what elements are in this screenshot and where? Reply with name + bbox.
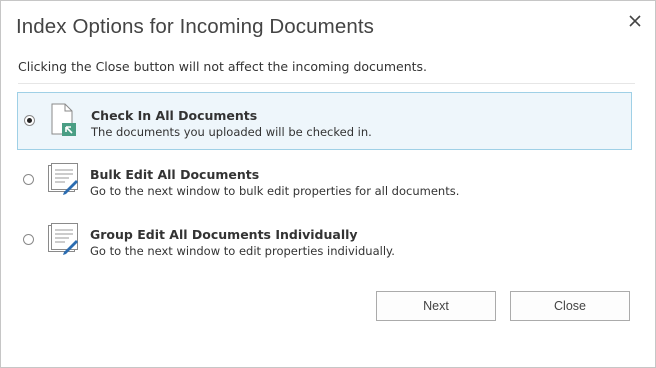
radio-check-in-all[interactable] — [24, 115, 35, 126]
radio-group-edit-individually[interactable] — [23, 234, 34, 245]
option-title: Check In All Documents — [91, 108, 258, 123]
document-checkin-icon — [48, 103, 80, 137]
option-description: The documents you uploaded will be check… — [91, 125, 372, 139]
option-title: Bulk Edit All Documents — [90, 167, 260, 182]
option-description: Go to the next window to edit properties… — [90, 244, 395, 258]
close-button[interactable]: Close — [510, 291, 630, 321]
option-description: Go to the next window to bulk edit prope… — [90, 184, 460, 198]
close-icon[interactable] — [625, 11, 645, 31]
dialog-subtitle: Clicking the Close button will not affec… — [18, 59, 428, 74]
option-group-edit-individually[interactable]: Group Edit All Documents Individually Go… — [17, 212, 632, 270]
radio-bulk-edit-all[interactable] — [23, 174, 34, 185]
group-edit-icon — [47, 222, 79, 256]
option-bulk-edit-all[interactable]: Bulk Edit All Documents Go to the next w… — [17, 152, 632, 210]
option-title: Group Edit All Documents Individually — [90, 227, 358, 242]
divider — [18, 83, 635, 84]
next-button[interactable]: Next — [376, 291, 496, 321]
radio-selected-dot — [27, 118, 32, 123]
bulk-edit-icon — [47, 162, 79, 196]
index-options-dialog: Index Options for Incoming Documents Cli… — [0, 0, 656, 368]
option-check-in-all[interactable]: Check In All Documents The documents you… — [17, 92, 632, 150]
dialog-title: Index Options for Incoming Documents — [16, 15, 374, 38]
